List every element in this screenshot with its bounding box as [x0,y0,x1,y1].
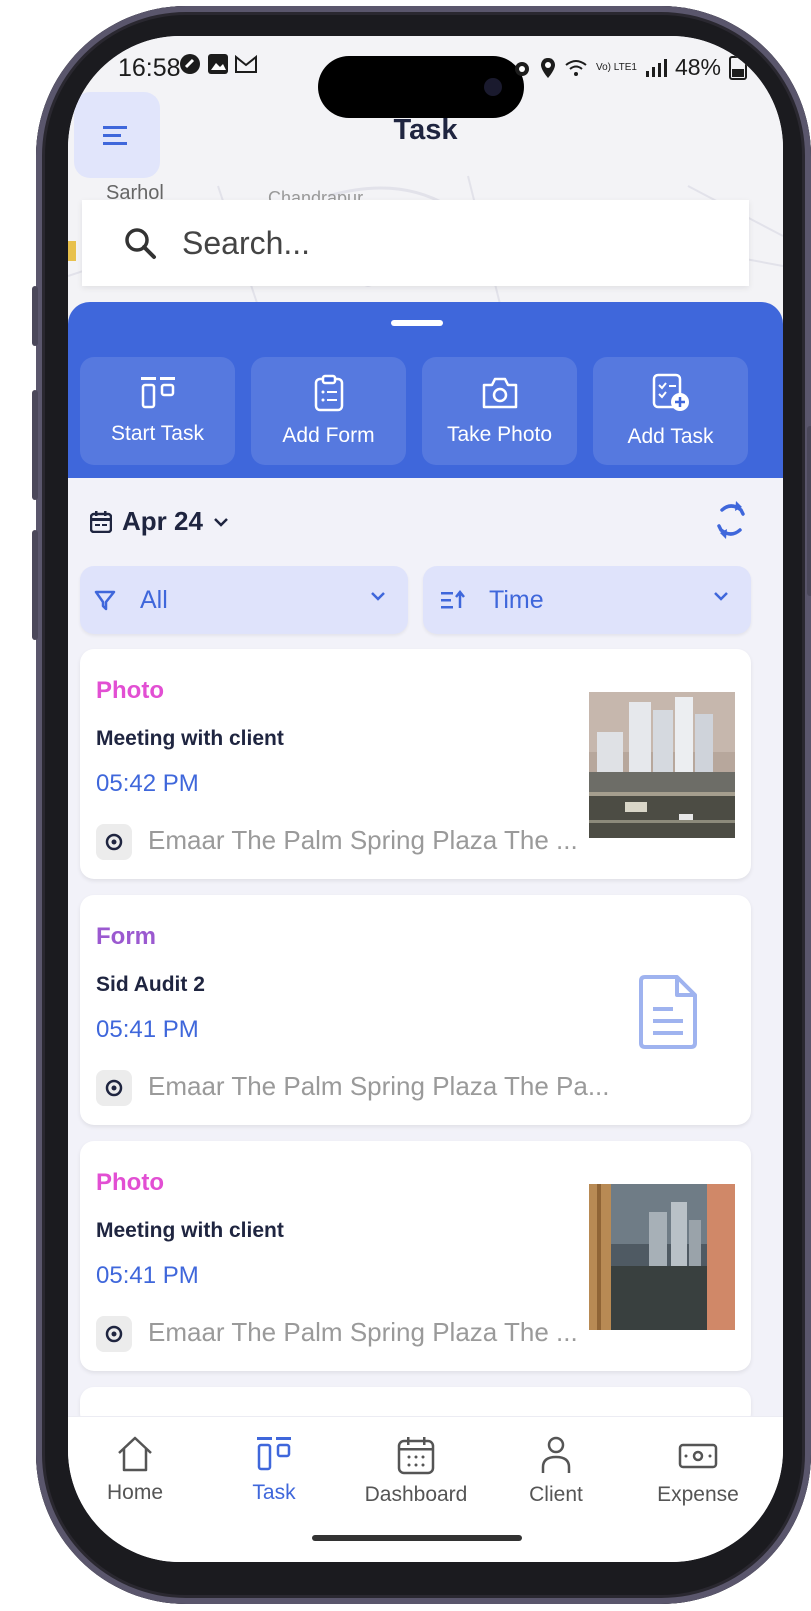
location-icon [541,57,555,78]
task-type-label: Photo [96,677,164,704]
task-icon [257,1437,291,1471]
nav-home[interactable]: Home [70,1435,200,1505]
quick-actions: Start Task Add Form Take Photo Add Task [80,357,748,465]
search-bar[interactable]: Search... [82,200,749,286]
task-location: Emaar The Palm Spring Plaza The ... [148,825,578,855]
task-time: 05:41 PM [96,1262,199,1289]
task-type-label: Photo [96,1169,164,1196]
notification-app-icon [178,52,202,76]
start-task-button[interactable]: Start Task [80,357,235,465]
add-form-button[interactable]: Add Form [251,357,406,465]
add-form-label: Add Form [282,424,375,447]
nav-expense[interactable]: Expense [633,1435,763,1507]
nav-expense-label: Expense [657,1483,739,1506]
task-title: Meeting with client [96,727,284,750]
task-location: Emaar The Palm Spring Plaza The Pa... [148,1071,610,1101]
gallery-icon [206,52,230,76]
filter-icon [94,590,116,611]
page-title: Task [393,114,458,146]
add-task-label: Add Task [627,425,714,448]
search-icon [120,223,160,263]
phone-volume-up [32,390,38,500]
location-pin-icon [96,824,132,860]
dynamic-island [318,56,524,118]
phone-volume-down [32,530,38,640]
task-photo-thumbnail[interactable] [589,1184,735,1330]
type-filter-dropdown[interactable]: All [80,566,408,634]
location-pin-icon [96,1070,132,1106]
task-card[interactable]: Photo Meeting with client 05:41 PM Emaar… [80,1141,751,1371]
network-type: Vo) LTE1 [596,61,637,73]
status-bar: 16:58 Vo) LTE1 48% [68,36,783,118]
sort-icon [441,590,465,609]
calendar-icon [397,1437,435,1475]
notification-icons [178,52,258,76]
nav-dashboard[interactable]: Dashboard [351,1435,481,1507]
task-title: Sid Audit 2 [96,973,205,996]
nav-task[interactable]: Task [209,1435,339,1505]
battery-icon [729,55,747,80]
wifi-icon [565,59,587,76]
start-task-label: Start Task [111,422,204,445]
nav-home-label: Home [106,1481,164,1504]
add-task-icon [652,373,689,411]
date-label: Apr 24 [122,506,203,536]
alarm-icon [515,61,529,76]
chevron-down-icon [714,592,728,601]
status-right: Vo) LTE1 48% [512,54,747,81]
chevron-down-icon [371,592,385,601]
nav-dashboard-label: Dashboard [364,1483,468,1506]
money-icon [678,1443,718,1469]
home-icon [118,1436,152,1472]
task-type-label: Form [96,923,156,950]
battery-percent: 48% [674,54,721,80]
task-photo-thumbnail[interactable] [589,692,735,838]
task-title: Meeting with client [96,1219,284,1242]
search-input[interactable]: Search... [182,225,310,262]
refresh-icon [717,501,745,539]
status-time: 16:58 [118,54,181,82]
task-location: Emaar The Palm Spring Plaza The ... [148,1317,578,1347]
signal-icon [645,58,667,77]
camera-icon [482,377,517,409]
task-time: 05:41 PM [96,1016,199,1043]
nav-client-label: Client [529,1483,583,1506]
take-photo-button[interactable]: Take Photo [422,357,577,465]
gmail-icon [234,52,258,76]
type-filter-label: All [140,585,168,614]
take-photo-label: Take Photo [446,423,553,446]
start-task-icon [140,377,175,409]
calendar-icon [90,510,112,533]
nav-client[interactable]: Client [491,1435,621,1507]
task-time: 05:42 PM [96,770,199,797]
bottom-navigation: Home Task Dashboard Client Expense [68,1416,783,1562]
form-document-icon [637,973,701,1056]
date-selector[interactable]: Apr 24 [90,506,229,537]
chevron-down-icon [214,517,228,527]
sheet-drag-handle[interactable] [391,320,443,326]
add-task-button[interactable]: Add Task [593,357,748,465]
task-card[interactable]: Photo Meeting with client 05:42 PM Emaar… [80,649,751,879]
home-indicator[interactable] [312,1535,522,1541]
phone-power-button [807,426,811,596]
front-camera [484,78,502,96]
nav-task-label: Task [252,1481,296,1504]
location-pin-icon [96,1316,132,1352]
refresh-button[interactable] [711,498,751,542]
task-card[interactable]: Form Sid Audit 2 05:41 PM Emaar The Palm… [80,895,751,1125]
sort-label: Time [489,585,544,614]
phone-mute-switch [32,286,38,346]
sort-dropdown[interactable]: Time [423,566,751,634]
quick-actions-sheet: Start Task Add Form Take Photo Add Task [68,302,783,478]
clipboard-icon [314,374,343,412]
app-screen: Sarhol Chandrapur 16:58 Vo) LTE1 48% Tas… [68,36,783,1562]
person-icon [541,1436,571,1473]
